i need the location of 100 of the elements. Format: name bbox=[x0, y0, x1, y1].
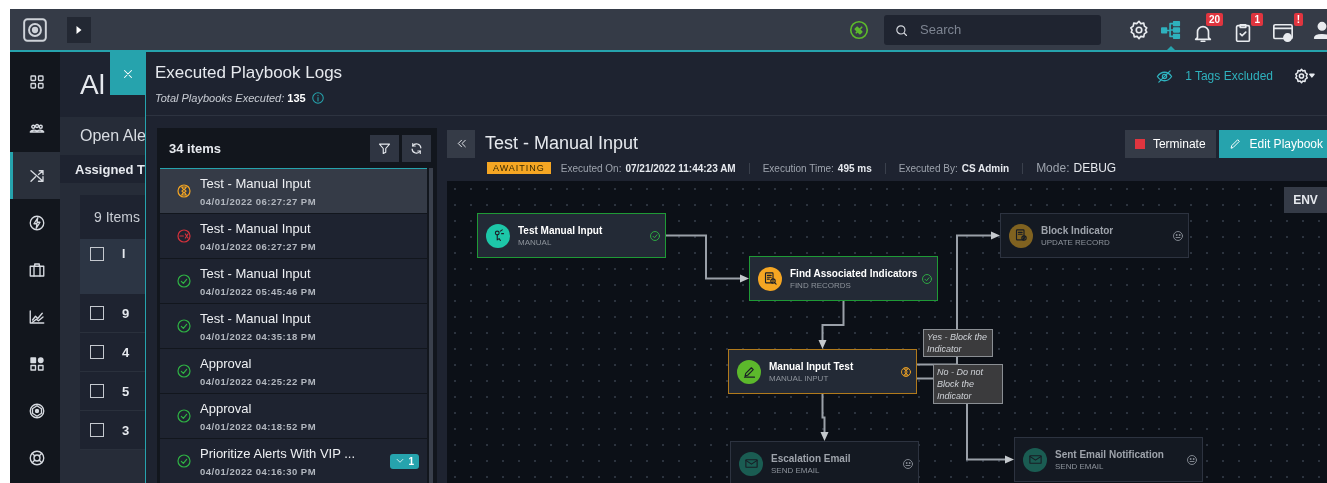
lifebuoy-icon bbox=[27, 448, 46, 467]
filter-label[interactable]: Assigned T bbox=[75, 161, 146, 177]
dashboard-icon bbox=[27, 72, 46, 91]
tags-excluded-link[interactable]: 1 Tags Excluded bbox=[1156, 67, 1273, 85]
node-type: SEND EMAIL bbox=[1055, 461, 1105, 471]
checkbox[interactable] bbox=[90, 423, 104, 437]
smiley-icon bbox=[1172, 229, 1184, 242]
log-timestamp: 04/01/2022 06:27:27 PM bbox=[200, 195, 318, 207]
flow-node[interactable]: Block Indicator UPDATE RECORD bbox=[1000, 213, 1189, 258]
log-timestamp: 04/01/2022 04:35:18 PM bbox=[200, 330, 318, 342]
log-title: Test - Manual Input bbox=[200, 220, 312, 236]
tab[interactable]: Open Ale bbox=[80, 127, 146, 145]
log-title: Test - Manual Input bbox=[200, 310, 312, 326]
table-cell: 5 bbox=[122, 383, 130, 399]
flow-node[interactable]: Find Associated Indicators FIND RECORDS bbox=[749, 256, 938, 301]
node-title: Test Manual Input bbox=[518, 224, 604, 236]
gear-icon bbox=[1128, 18, 1150, 41]
log-list-item[interactable]: Approval 04/01/2022 04:18:52 PM bbox=[160, 394, 427, 439]
flow-node[interactable]: Sent Email Notification SEND EMAIL bbox=[1014, 437, 1203, 482]
item-count: 34 items bbox=[169, 140, 223, 156]
table-cell: 4 bbox=[122, 344, 130, 360]
apps-icon bbox=[27, 354, 46, 373]
checkbox[interactable] bbox=[90, 247, 104, 261]
meta-value: DEBUG bbox=[1073, 161, 1117, 175]
node-title: Escalation Email bbox=[771, 452, 852, 464]
record-check-icon bbox=[1013, 228, 1029, 243]
window-gear-icon bbox=[1272, 21, 1294, 44]
total-executed-label: Total Playbooks Executed: 135 bbox=[155, 92, 306, 104]
checkbox[interactable] bbox=[90, 384, 104, 398]
notification-badge: ! bbox=[1293, 12, 1303, 26]
node-title: Sent Email Notification bbox=[1055, 448, 1165, 460]
notification-badge: 20 bbox=[1205, 12, 1223, 26]
log-title: Test - Manual Input bbox=[200, 265, 312, 281]
hourglass-icon bbox=[900, 365, 912, 378]
records-search-icon bbox=[762, 271, 778, 286]
bell-button[interactable]: 20 bbox=[1191, 12, 1223, 47]
flow-node[interactable]: Test Manual Input MANUAL bbox=[477, 213, 666, 258]
log-list-item[interactable]: Test - Manual Input 04/01/2022 05:45:46 PM bbox=[160, 259, 427, 304]
envelope-icon bbox=[1027, 452, 1043, 467]
node-title: Block Indicator bbox=[1041, 224, 1115, 236]
column-header: I bbox=[122, 247, 126, 261]
filter-button[interactable] bbox=[370, 134, 399, 162]
log-list-item[interactable]: Test - Manual Input 04/01/2022 06:27:27 PM bbox=[160, 214, 427, 259]
log-title: Approval bbox=[200, 355, 253, 371]
log-list-item[interactable]: Prioritize Alerts With VIP ... 04/01/2022 04:16:30 PM 1 bbox=[160, 439, 427, 483]
filter-icon bbox=[377, 140, 392, 156]
log-title: Test - Manual Input bbox=[200, 175, 312, 191]
expand-button[interactable] bbox=[67, 16, 91, 43]
env-button[interactable]: ENV bbox=[1284, 187, 1327, 213]
node-title: Manual Input Test bbox=[769, 360, 855, 372]
log-list-item[interactable]: Test - Manual Input 04/01/2022 04:35:18 PM bbox=[160, 304, 427, 349]
window-gear-button[interactable]: ! bbox=[1271, 12, 1303, 47]
refresh-button[interactable] bbox=[402, 134, 431, 162]
meta-label: Mode: bbox=[1036, 161, 1070, 175]
table-cell: 9 bbox=[122, 305, 130, 321]
node-type: MANUAL bbox=[518, 237, 553, 247]
log-list-item[interactable]: Test - Manual Input 04/01/2022 06:27:27 PM bbox=[160, 169, 427, 214]
briefcase-icon bbox=[27, 260, 46, 279]
flow-node[interactable]: Manual Input Test MANUAL INPUT bbox=[728, 349, 917, 394]
chevron-down-icon bbox=[395, 456, 406, 466]
logo-icon[interactable] bbox=[22, 16, 48, 43]
pencil-icon bbox=[1228, 137, 1242, 150]
edge-label: Yes - Block the Indicator bbox=[923, 328, 993, 357]
notification-badge: 1 bbox=[1251, 12, 1263, 26]
check-circle-icon bbox=[921, 272, 933, 285]
smiley-icon bbox=[902, 457, 914, 470]
eye-slash-icon bbox=[1156, 67, 1174, 85]
meta-value: CS Admin bbox=[961, 162, 1010, 174]
checkbox[interactable] bbox=[90, 306, 104, 320]
log-title: Prioritize Alerts With VIP ... bbox=[200, 445, 357, 461]
refresh-icon bbox=[409, 140, 424, 156]
item-count: 9 Items bbox=[94, 209, 140, 225]
check-circle-icon bbox=[649, 229, 661, 242]
log-timestamp: 04/01/2022 04:25:22 PM bbox=[200, 375, 318, 387]
sidebar-item[interactable] bbox=[10, 152, 60, 199]
log-title: Approval bbox=[200, 400, 253, 416]
playbook-title: Test - Manual Input bbox=[485, 133, 639, 154]
meta-value: 07/21/2022 11:44:23 AM bbox=[625, 162, 736, 174]
log-timestamp: 04/01/2022 04:18:52 PM bbox=[200, 420, 318, 432]
flow-node[interactable]: Escalation Email SEND EMAIL bbox=[730, 441, 919, 483]
connector bbox=[818, 300, 845, 349]
node-type: UPDATE RECORD bbox=[1041, 237, 1111, 247]
tasks-button[interactable]: 1 bbox=[1231, 12, 1263, 47]
checkbox[interactable] bbox=[90, 345, 104, 359]
table-cell: 3 bbox=[122, 422, 130, 438]
edge-label: No - Do not Block the Indicator bbox=[933, 363, 1003, 404]
meta-label: Executed On: bbox=[560, 162, 622, 174]
status-badge: AWAITING bbox=[487, 162, 551, 174]
scrollbar[interactable] bbox=[429, 168, 433, 483]
smiley-icon bbox=[1186, 453, 1198, 466]
search-icon bbox=[894, 22, 909, 38]
search-field[interactable]: Search bbox=[884, 14, 1101, 45]
log-list-item[interactable]: Approval 04/01/2022 04:25:22 PM bbox=[160, 349, 427, 394]
node-type: FIND RECORDS bbox=[790, 280, 852, 290]
collapse-button[interactable] bbox=[447, 129, 475, 158]
info-icon[interactable] bbox=[310, 91, 325, 105]
terminate-button[interactable]: Terminate bbox=[1124, 129, 1216, 158]
bolt-icon bbox=[27, 213, 46, 232]
pencil-icon bbox=[741, 364, 757, 379]
meta-label: Executed By: bbox=[898, 162, 958, 174]
